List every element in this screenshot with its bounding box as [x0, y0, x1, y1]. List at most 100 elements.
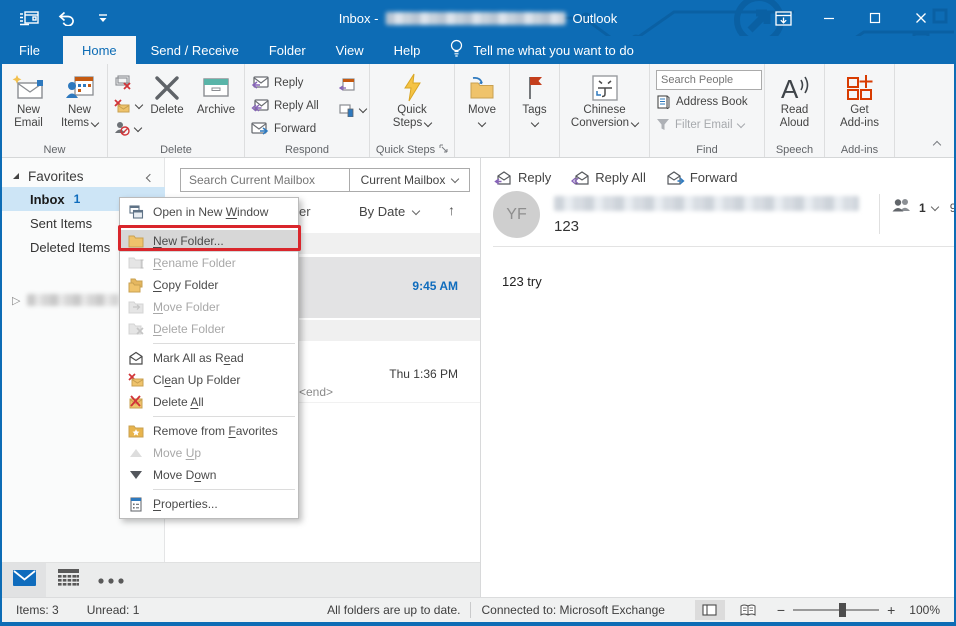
get-addins-icon: [845, 71, 875, 104]
group-label-quick-steps: Quick Steps: [370, 144, 454, 156]
address-book-button[interactable]: Address Book: [650, 90, 764, 113]
minimize-button[interactable]: [806, 0, 852, 36]
reply-inline-button[interactable]: Reply: [494, 170, 551, 185]
sort-dropdown[interactable]: By Date: [359, 204, 419, 219]
menu-item-move-folder[interactable]: Move Folder: [120, 296, 298, 318]
nav-calendar-button[interactable]: [50, 563, 86, 597]
properties-icon: [125, 496, 146, 512]
zoom-in-button[interactable]: +: [887, 602, 895, 618]
tab-home[interactable]: Home: [63, 36, 136, 64]
menu-item-move-up[interactable]: Move Up: [120, 442, 298, 464]
mailbox-search-box[interactable]: [180, 168, 350, 192]
ribbon-group-new: NewEmail New Items New: [2, 64, 108, 157]
status-bar: Items: 3 Unread: 1 All folders are up to…: [2, 597, 954, 622]
delete-x-icon: [153, 71, 181, 104]
clean-up-button[interactable]: [108, 94, 144, 117]
title-suffix: Outlook: [572, 11, 617, 26]
tab-file[interactable]: File: [2, 36, 57, 64]
expanded-triangle-icon: [13, 173, 19, 179]
menu-item-label: Properties...: [153, 497, 218, 511]
tell-me-box[interactable]: Tell me what you want to do: [449, 36, 633, 64]
forward-inline-button[interactable]: Forward: [666, 170, 738, 185]
ellipsis-icon: [98, 571, 124, 589]
reply-button[interactable]: Reply: [245, 71, 333, 94]
new-email-icon: [11, 71, 47, 104]
move-folder-arrow-icon: [468, 71, 496, 104]
normal-view-button[interactable]: [695, 600, 725, 620]
reading-view-button[interactable]: [733, 600, 763, 620]
group-label-addins: Add-ins: [825, 144, 894, 156]
people-icon: [891, 198, 913, 217]
window-controls: [760, 0, 944, 36]
recipients-dropdown[interactable]: 1 9: [891, 198, 956, 217]
im-button[interactable]: [333, 101, 367, 119]
menu-item-move-down[interactable]: Move Down: [120, 464, 298, 486]
tab-folder[interactable]: Folder: [254, 36, 321, 64]
undo-icon[interactable]: [55, 6, 77, 30]
chevron-down-icon: [451, 175, 459, 183]
search-people-input[interactable]: [656, 70, 762, 90]
redacted-account-name: [385, 12, 565, 25]
reply-all-button[interactable]: Reply All: [245, 94, 333, 117]
minimize-folder-pane-icon[interactable]: [147, 169, 153, 184]
menu-item-copy-folder[interactable]: Copy Folder: [120, 274, 298, 296]
forward-button[interactable]: Forward: [245, 117, 333, 140]
zoom-out-button[interactable]: −: [777, 602, 785, 618]
menu-item-properties[interactable]: Properties...: [120, 493, 298, 515]
read-aloud-icon: A: [779, 71, 811, 104]
dialog-launcher-icon[interactable]: [439, 144, 448, 156]
outlook-window: Inbox - Outlook File Home Send / Receive…: [0, 0, 956, 626]
filter-email-button[interactable]: Filter Email: [650, 113, 764, 136]
move-button[interactable]: Move: [456, 67, 508, 143]
tags-button[interactable]: Tags: [512, 67, 558, 143]
chinese-conversion-button[interactable]: Chinese Conversion: [562, 67, 648, 143]
sort-direction-icon[interactable]: ↑: [448, 202, 455, 218]
mailbox-search-input[interactable]: [181, 173, 344, 187]
customize-qat-icon[interactable]: [92, 6, 114, 30]
navigation-bar: [2, 562, 480, 597]
menu-item-rename-folder[interactable]: Rename Folder: [120, 252, 298, 274]
read-aloud-button[interactable]: A ReadAloud: [767, 67, 823, 143]
reply-all-inline-button[interactable]: Reply All: [571, 170, 646, 185]
new-items-button[interactable]: New Items: [55, 67, 105, 143]
junk-button[interactable]: [108, 117, 144, 140]
delete-button[interactable]: Delete: [144, 67, 190, 143]
reply-with-meeting-button[interactable]: [333, 75, 367, 93]
ribbon-display-options-icon[interactable]: [760, 0, 806, 36]
tab-help[interactable]: Help: [379, 36, 436, 64]
menu-item-delete-all[interactable]: Delete All: [120, 391, 298, 413]
delete-all-icon: [125, 394, 146, 410]
tab-send-receive[interactable]: Send / Receive: [136, 36, 254, 64]
new-email-button[interactable]: NewEmail: [5, 67, 53, 143]
get-addins-button[interactable]: GetAdd-ins: [832, 67, 888, 143]
quick-access-toolbar: [18, 0, 114, 36]
send-receive-status-icon[interactable]: [18, 6, 40, 30]
menu-item-open-in-new-window[interactable]: Open in New Window: [120, 201, 298, 223]
quick-steps-button[interactable]: Quick Steps: [379, 67, 445, 143]
maximize-button[interactable]: [852, 0, 898, 36]
message-time-fragment: 9: [950, 201, 956, 215]
menu-item-remove-from-favorites[interactable]: Remove from Favorites: [120, 420, 298, 442]
ignore-button[interactable]: [108, 71, 144, 94]
sender-avatar[interactable]: YF: [493, 191, 540, 238]
search-scope-dropdown[interactable]: Current Mailbox: [350, 168, 470, 192]
menu-item-label: Move Down: [153, 468, 216, 482]
focused-other-tab-fragment[interactable]: er: [299, 204, 311, 219]
zoom-slider[interactable]: [793, 609, 879, 611]
zoom-slider-thumb[interactable]: [839, 603, 846, 617]
tab-view[interactable]: View: [321, 36, 379, 64]
message-preview: <end>: [299, 385, 333, 399]
status-unread-count: Unread: 1: [87, 603, 140, 617]
favorites-header[interactable]: Favorites: [2, 164, 165, 188]
collapse-ribbon-icon[interactable]: [934, 139, 940, 151]
menu-item-mark-all-read[interactable]: Mark All as Read: [120, 347, 298, 369]
close-button[interactable]: [898, 0, 944, 36]
menu-item-delete-folder[interactable]: Delete Folder: [120, 318, 298, 340]
chevron-down-icon: [412, 206, 420, 214]
nav-mail-button[interactable]: [2, 563, 46, 597]
nav-more-button[interactable]: [92, 563, 130, 597]
lightning-icon: [402, 71, 422, 104]
zoom-level[interactable]: 100%: [909, 603, 940, 617]
menu-item-clean-up-folder[interactable]: Clean Up Folder: [120, 369, 298, 391]
archive-button[interactable]: Archive: [190, 67, 242, 143]
